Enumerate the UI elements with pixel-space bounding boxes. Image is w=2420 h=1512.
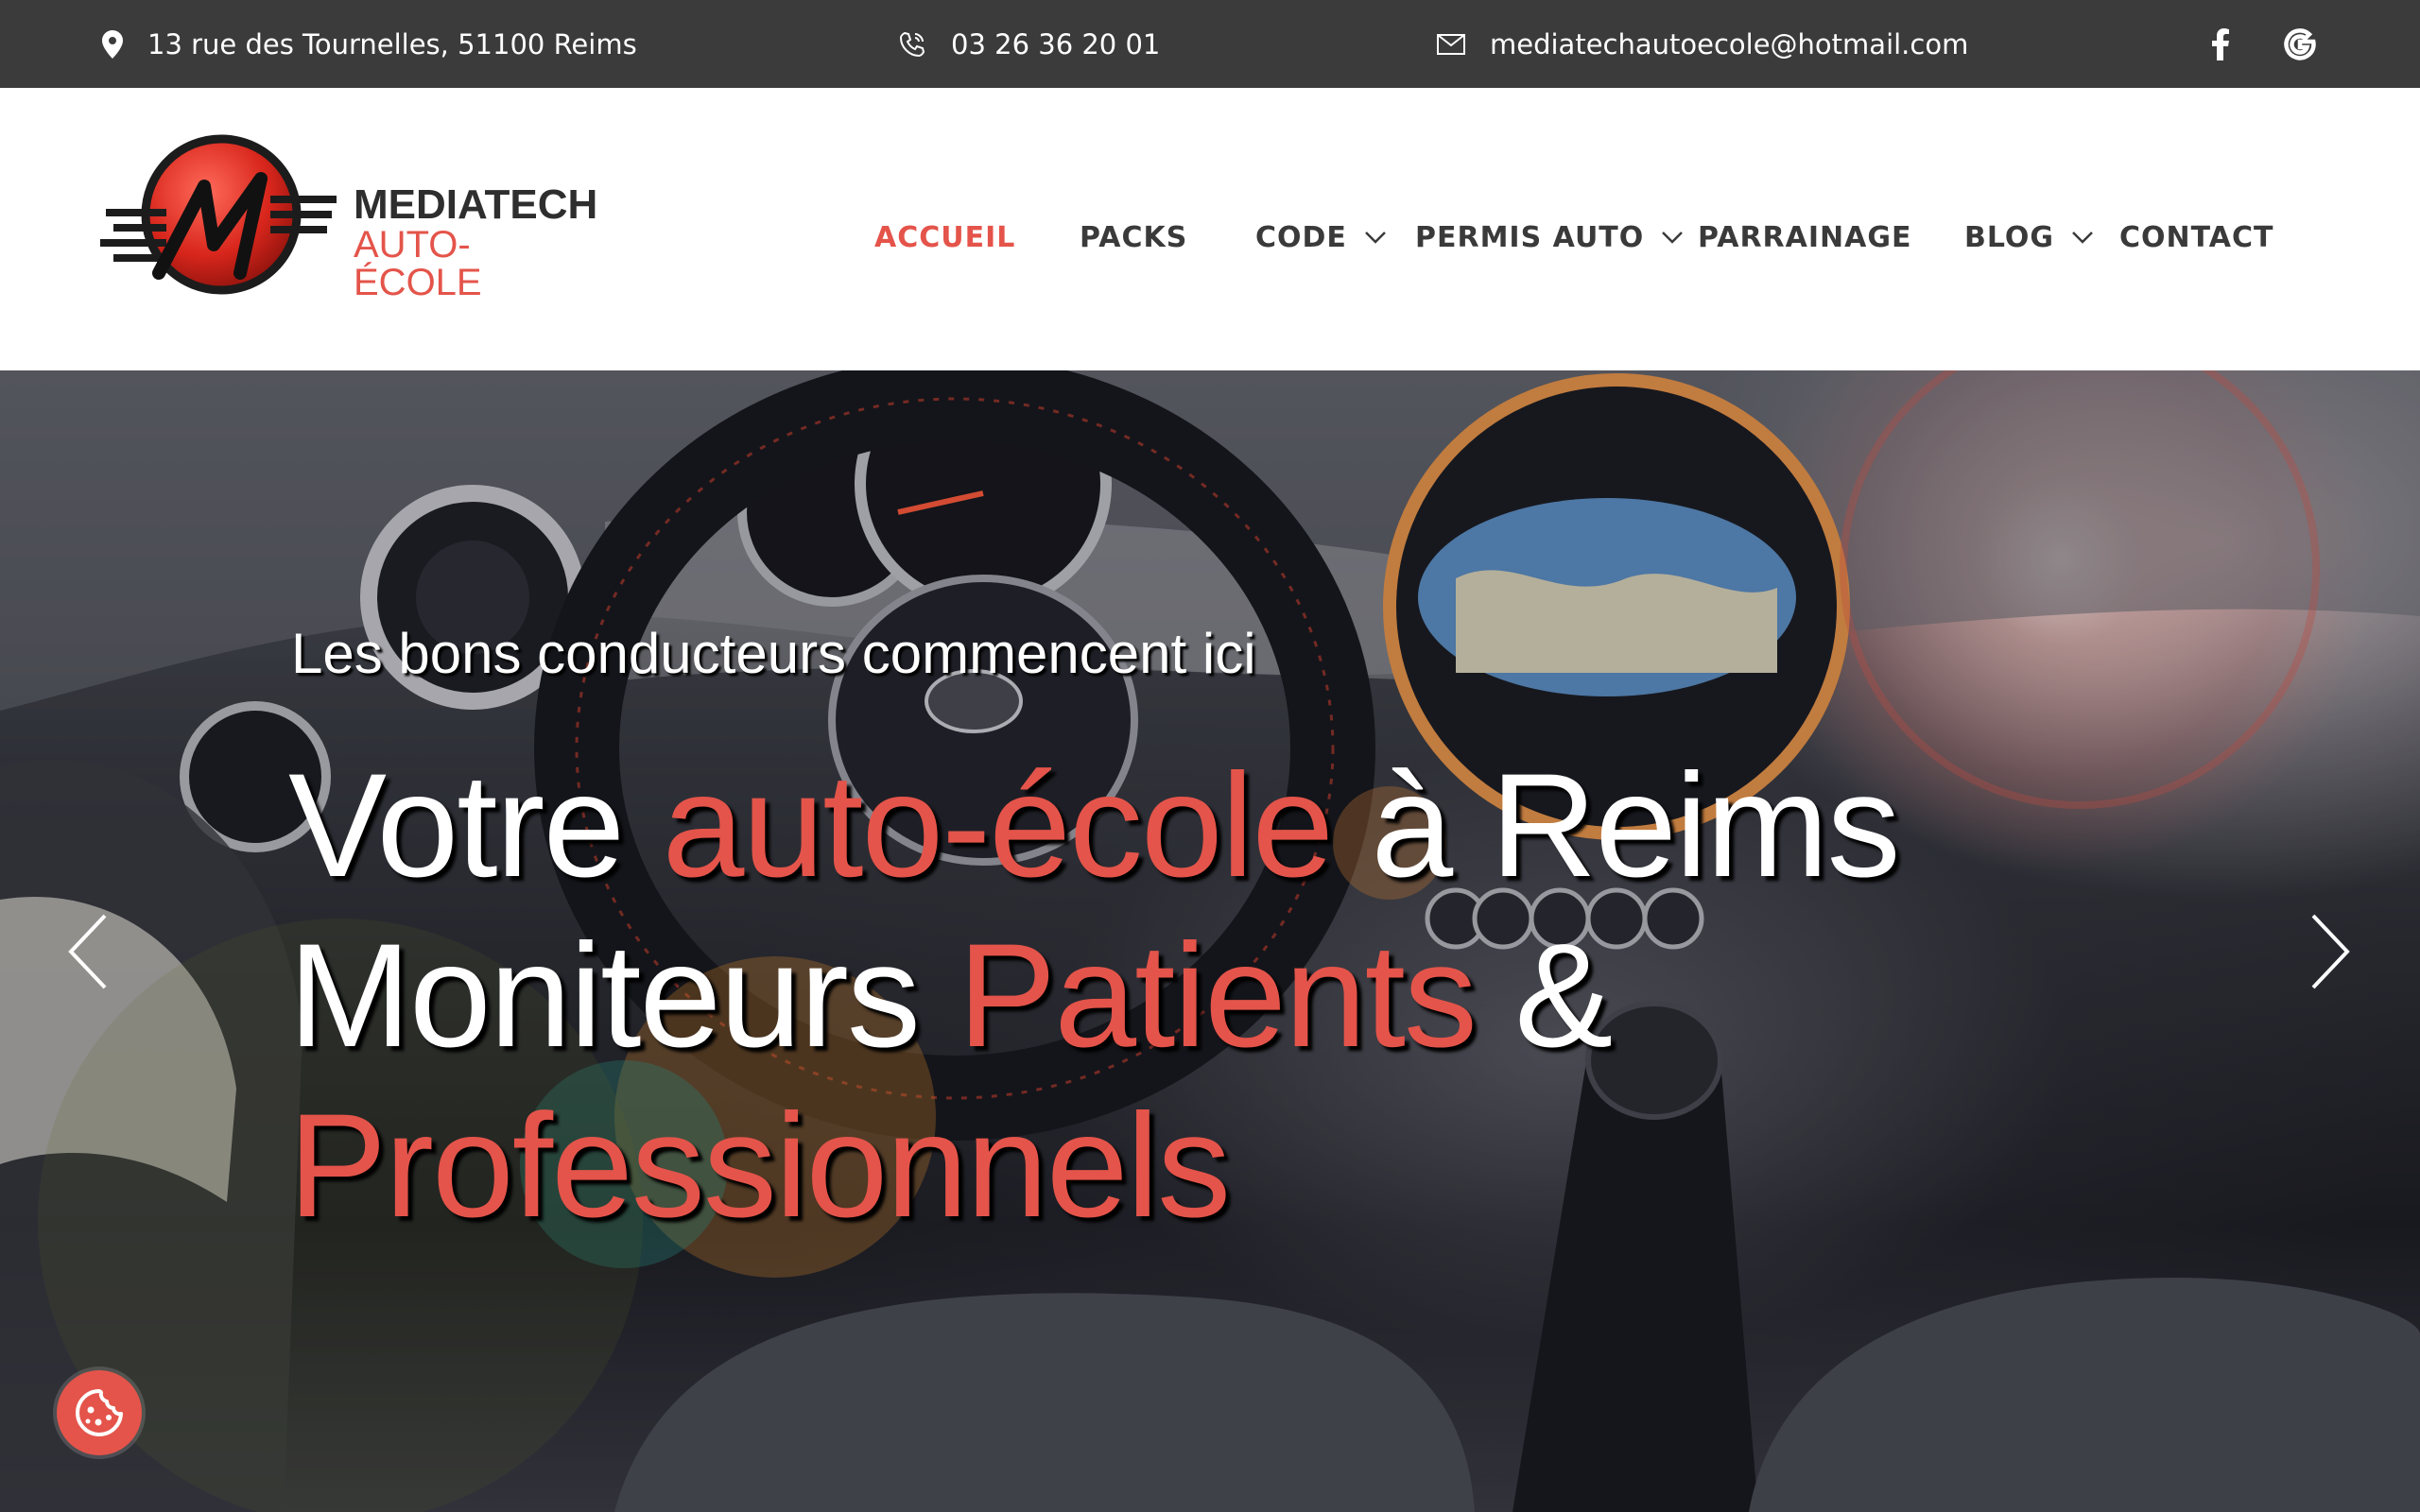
nav-item-parrainage[interactable]: PARRAINAGE (1698, 216, 1911, 258)
nav-label: BLOG (1964, 220, 2055, 254)
chevron-left-icon (68, 914, 107, 989)
site-logo[interactable]: MEDIATECH AUTO-ÉCOLE (100, 131, 597, 301)
chevron-right-icon (2311, 914, 2350, 989)
hero-slider: Les bons conducteurs commencent ici Votr… (0, 370, 2420, 1512)
nav-item-blog[interactable]: BLOG (1964, 216, 2094, 258)
nav-label: PARRAINAGE (1698, 220, 1912, 254)
nav-item-contact[interactable]: CONTACT (2119, 216, 2273, 258)
address-info: 13 rue des Tournelles, 51100 Reims (102, 0, 637, 88)
headline-accent: auto-école (662, 744, 1335, 908)
phone-info[interactable]: 03 26 36 20 01 (898, 0, 1160, 88)
chevron-down-icon (1661, 231, 1684, 244)
slider-next-button[interactable] (2297, 900, 2363, 1004)
nav-label: PERMIS AUTO (1415, 220, 1645, 254)
chevron-down-icon (1364, 231, 1387, 244)
headline-text: Moniteurs (288, 914, 959, 1078)
address-text: 13 rue des Tournelles, 51100 Reims (147, 27, 637, 60)
nav-label: CONTACT (2119, 220, 2274, 254)
nav-label: ACCUEIL (874, 220, 1016, 254)
envelope-icon (1437, 33, 1465, 55)
headline-accent: Patients (958, 914, 1478, 1078)
headline-text: à Reims (1332, 744, 1900, 908)
phone-icon (899, 31, 925, 57)
headline-line-1: Votre auto-école à Reims (288, 741, 1901, 911)
logo-wordmark: MEDIATECH AUTO-ÉCOLE (354, 181, 598, 303)
headline-line-3: Professionnels (288, 1081, 1899, 1251)
chevron-down-icon (2071, 231, 2094, 244)
top-contact-bar: 13 rue des Tournelles, 51100 Reims 03 26… (0, 0, 2420, 88)
headline-accent: Professionnels (288, 1084, 1231, 1248)
headline-line-2: Moniteurs Patients & (288, 911, 1899, 1081)
facebook-icon[interactable] (2201, 25, 2240, 64)
site-header: MEDIATECH AUTO-ÉCOLE ACCUEIL PACKS CODE … (0, 88, 2420, 370)
nav-label: PACKS (1080, 220, 1188, 254)
headline-text: & (1475, 914, 1613, 1078)
hero-headline: Votre auto-école à Reims Moniteurs Patie… (288, 741, 1901, 1251)
map-pin-icon (102, 29, 123, 59)
nav-item-packs[interactable]: PACKS (1080, 216, 1187, 258)
logo-line-2: AUTO-ÉCOLE (354, 224, 482, 303)
nav-item-accueil[interactable]: ACCUEIL (874, 216, 1015, 258)
logo-line-1: MEDIATECH (354, 181, 598, 228)
slider-prev-button[interactable] (55, 900, 121, 1004)
nav-item-code[interactable]: CODE (1255, 216, 1387, 258)
email-text[interactable]: mediatechautoecole@hotmail.com (1490, 28, 1968, 60)
nav-item-permis-auto[interactable]: PERMIS AUTO (1415, 216, 1684, 258)
headline-text: Votre (288, 744, 663, 908)
logo-emblem-icon (100, 134, 337, 295)
google-icon[interactable] (2280, 25, 2320, 64)
email-info[interactable]: mediatechautoecole@hotmail.com (1437, 0, 1968, 88)
nav-label: CODE (1255, 220, 1347, 254)
phone-text[interactable]: 03 26 36 20 01 (951, 28, 1160, 60)
cookie-icon (76, 1389, 123, 1436)
hero-kicker: Les bons conducteurs commencent ici (291, 622, 1256, 685)
cookie-settings-button[interactable] (57, 1370, 142, 1455)
